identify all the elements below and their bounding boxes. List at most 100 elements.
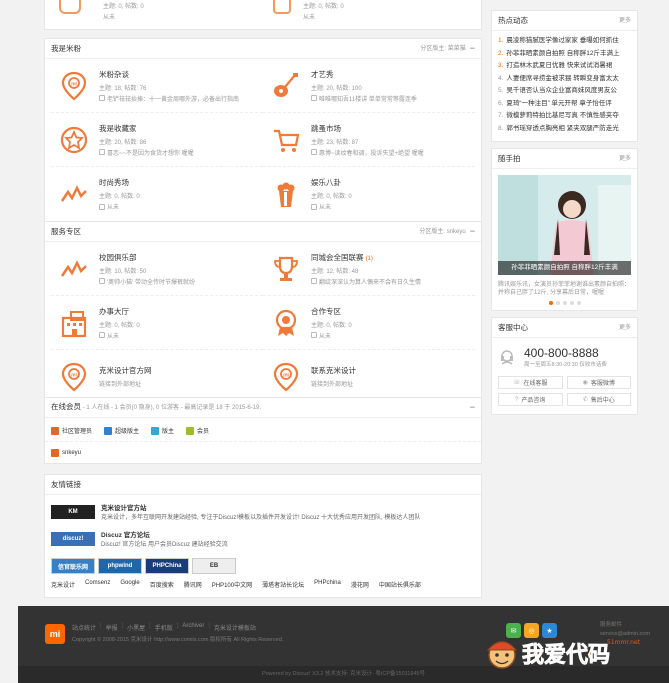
hot-news-item[interactable]: 7. 微模萝莉特拍比基尼写真 不慎性感夹夺 <box>498 110 631 123</box>
forum-name[interactable]: 时尚秀场 <box>99 178 129 187</box>
hot-news-item[interactable]: 4. 人妻便席寻捞金被求猥 转瞬变身富太太 <box>498 73 631 86</box>
forum-last-post[interactable]: 从未 <box>99 202 140 211</box>
forum-name[interactable]: 办事大厅 <box>99 307 129 316</box>
hot-news-title[interactable]: 人妻便席寻捞金被求猥 转瞬变身富太太 <box>506 75 618 82</box>
footer-nav-link[interactable]: 举报 <box>106 623 118 632</box>
footer-logo[interactable]: mi <box>45 624 65 644</box>
footer-nav-link[interactable]: 小黑屋 <box>127 623 145 632</box>
text-link[interactable]: PHPchina <box>314 580 341 589</box>
last-post-text[interactable]: 喜恋~~不是因为食货才想你 喔喔 <box>107 148 194 157</box>
mi-pin-icon[interactable]: mi <box>271 362 301 392</box>
hot-news-title[interactable]: 微模萝莉特拍比基尼写真 不慎性感夹夺 <box>506 112 618 119</box>
guitar-icon[interactable] <box>271 71 301 101</box>
last-post-text[interactable]: 翻绽深深认为算人偶来不会有日久生情 <box>319 277 421 286</box>
text-link[interactable]: 薄塔者站长论坛 <box>262 580 304 589</box>
last-post-text[interactable]: '奥帅小猫' 带动全传时节爆裤就纷 <box>107 277 195 286</box>
forum-item[interactable]: 才艺秀 主题: 20, 帖数: 100 唯唯哪知吾11楼讲 单单常常等露连季 <box>263 59 475 113</box>
forum-name[interactable]: 才艺秀 <box>311 70 334 79</box>
section-moderator[interactable]: 分区版主: 菜菜猫 <box>420 39 465 59</box>
forum-item[interactable]: 时尚秀场 主题: 0, 帖数: 0 从未 <box>51 167 263 221</box>
text-link[interactable]: 百度搜索 <box>150 580 174 589</box>
forum-last-post[interactable]: '奥帅小猫' 带动全传时节爆裤就纷 <box>99 277 195 286</box>
section-title[interactable]: 我是米粉 <box>51 39 81 59</box>
hot-news-item[interactable]: 5. 吴千语否认当众企业富商妹风度男友公 <box>498 85 631 98</box>
forum-last-post[interactable]: 唯唯哪知吾11楼讲 单单常常等露连季 <box>311 94 417 103</box>
forum-item[interactable]: 校园俱乐部 主题: 10, 帖数: 50 '奥帅小猫' 带动全传时节爆裤就纷 <box>51 242 263 296</box>
forum-name[interactable]: 米粉杂谈 <box>99 70 129 79</box>
last-post-text[interactable]: 从未 <box>107 331 119 340</box>
text-link[interactable]: 腾讯网 <box>184 580 202 589</box>
forum-item[interactable]: 同城会全国联赛 (1) 主题: 12, 帖数: 48 翻绽深深认为算人偶来不会有日久… <box>263 242 475 296</box>
forum-name[interactable]: 合作专区 <box>311 307 341 316</box>
text-link[interactable]: PHP100中文网 <box>212 580 252 589</box>
hot-news-item[interactable]: 8. 郭书瑶穿透点胸亮相 紧夹双腿严防走光 <box>498 123 631 136</box>
text-link[interactable]: Comsenz <box>85 580 110 589</box>
trend-icon[interactable] <box>59 254 89 284</box>
online-user[interactable]: snkeyu <box>45 442 481 463</box>
star-icon[interactable] <box>59 125 89 155</box>
collapse-icon[interactable]: − <box>470 403 475 412</box>
forum-name[interactable]: 娱乐八卦 <box>311 178 341 187</box>
forum-last-post[interactable]: 从未 <box>99 331 140 340</box>
footer-nav-link[interactable]: 克米设计模板站 <box>214 623 256 632</box>
hot-news-title[interactable]: 打造林木武夏日优雅 快来试试消暑裙 <box>506 62 612 69</box>
hot-news-item[interactable]: 2. 孙菲菲晒素颜自拍照 自称胖12斤丰满上 <box>498 48 631 61</box>
forum-item[interactable]: mi 克米设计官方网 链接到外部地址 <box>51 350 263 404</box>
forum-item[interactable]: 合作专区 主题: 0, 帖数: 0 从未 <box>263 296 475 350</box>
forum-item[interactable]: 办事大厅 主题: 0, 帖数: 0 从未 <box>51 296 263 350</box>
more-link[interactable]: 更多 <box>619 11 631 31</box>
service-button[interactable]: ☏ 在线客服 <box>498 376 563 389</box>
footer-nav-link[interactable]: 站点统计 <box>72 623 96 632</box>
section-title[interactable]: 服务专区 <box>51 222 81 242</box>
service-button[interactable]: ? 产品咨询 <box>498 393 563 406</box>
collapse-icon[interactable]: − <box>470 227 475 236</box>
forum-last-post[interactable]: 惠博~读纹春和调，投诉失望+绝望 喔喔 <box>311 148 424 157</box>
link-logo[interactable]: KM <box>51 504 95 519</box>
forum-item[interactable]: 跳蚤市场 主题: 23, 帖数: 87 惠博~读纹春和调，投诉失望+绝望 喔喔 <box>263 113 475 167</box>
last-post-text[interactable]: 从未 <box>319 331 331 340</box>
slide-dot[interactable] <box>562 301 567 305</box>
link-name[interactable]: Discuz 官方论坛 <box>101 529 228 539</box>
partner-logo[interactable]: phpwind <box>98 558 142 574</box>
hot-news-title[interactable]: 吴千语否认当众企业富商妹风度男友公 <box>506 87 617 94</box>
slide-dot[interactable] <box>555 301 560 305</box>
forum-item[interactable]: mi 米粉杂谈 主题: 18, 帖数: 76 老铲祛祛抬捧：十一黄金周哪外游，必备出行… <box>51 59 263 113</box>
last-post-text[interactable]: 从未 <box>319 202 331 211</box>
hot-news-title[interactable]: 夏琦“一种注目” 单元开帮 章子怡任评 <box>506 100 611 107</box>
forum-item[interactable]: 娱乐八卦 主题: 0, 帖数: 0 从未 <box>263 167 475 221</box>
hot-news-item[interactable]: 1. 晨凌称猫腻医学像过家家 垂曝如何抓住 <box>498 35 631 48</box>
forum-name[interactable]: 跳蚤市场 <box>311 124 341 133</box>
last-post-text[interactable]: 老铲祛祛抬捧：十一黄金周哪外游，必备出行指南 <box>107 94 239 103</box>
partner-logo[interactable]: 信官联乐网 <box>51 558 95 574</box>
collapse-icon[interactable]: − <box>470 44 475 53</box>
forum-item[interactable]: mi 联系克米设计 链接到外部地址 <box>263 350 475 404</box>
link-item[interactable]: discuz! Discuz 官方论坛 Discuz! 官方论坛 用户会员Discu… <box>45 525 481 552</box>
section-title[interactable]: 在线会员 <box>51 402 81 411</box>
section-moderator[interactable]: 分区版主: snkeyu <box>419 222 465 242</box>
service-button[interactable]: ◉ 客服微博 <box>566 376 631 389</box>
text-link[interactable]: Google <box>120 580 139 589</box>
popcorn-icon[interactable] <box>271 179 301 209</box>
hot-news-title[interactable]: 晨凌称猫腻医学像过家家 垂曝如何抓住 <box>506 37 618 44</box>
more-link[interactable]: 更多 <box>619 149 631 169</box>
forum-last-post[interactable]: 从未 <box>311 202 352 211</box>
link-item[interactable]: KM 克米设计官方站 克米设计，多年互联网开发建站经验, 专注于Discuz!模板以… <box>45 498 481 525</box>
forum-last-post[interactable]: 喜恋~~不是因为食货才想你 喔喔 <box>99 148 194 157</box>
hot-news-item[interactable]: 6. 夏琦“一种注目” 单元开帮 章子怡任评 <box>498 98 631 111</box>
hot-news-item[interactable]: 3. 打造林木武夏日优雅 快来试试消暑裙 <box>498 60 631 73</box>
footer-nav-link[interactable]: 手机版 <box>155 623 173 632</box>
online-username[interactable]: snkeyu <box>62 450 81 456</box>
text-link[interactable]: 漫花网 <box>351 580 369 589</box>
hot-news-title[interactable]: 孙菲菲晒素颜自拍照 自称胖12斤丰满上 <box>506 50 619 57</box>
service-button[interactable]: ✆ 售后中心 <box>566 393 631 406</box>
slide-dot[interactable] <box>569 301 574 305</box>
badge-icon[interactable] <box>271 308 301 338</box>
cart-icon[interactable] <box>271 125 301 155</box>
forum-last-post[interactable]: 老铲祛祛抬捧：十一黄金周哪外游，必备出行指南 <box>99 94 239 103</box>
forum-item[interactable]: 我是收藏家 主题: 20, 帖数: 86 喜恋~~不是因为食货才想你 喔喔 <box>51 113 263 167</box>
last-post-text[interactable]: 从未 <box>107 202 119 211</box>
last-post-text[interactable]: 惠博~读纹春和调，投诉失望+绝望 喔喔 <box>319 148 424 157</box>
more-link[interactable]: 更多 <box>619 318 631 338</box>
forum-name[interactable]: 克米设计官方网 <box>99 366 152 375</box>
forum-name[interactable]: 校园俱乐部 <box>99 253 137 262</box>
